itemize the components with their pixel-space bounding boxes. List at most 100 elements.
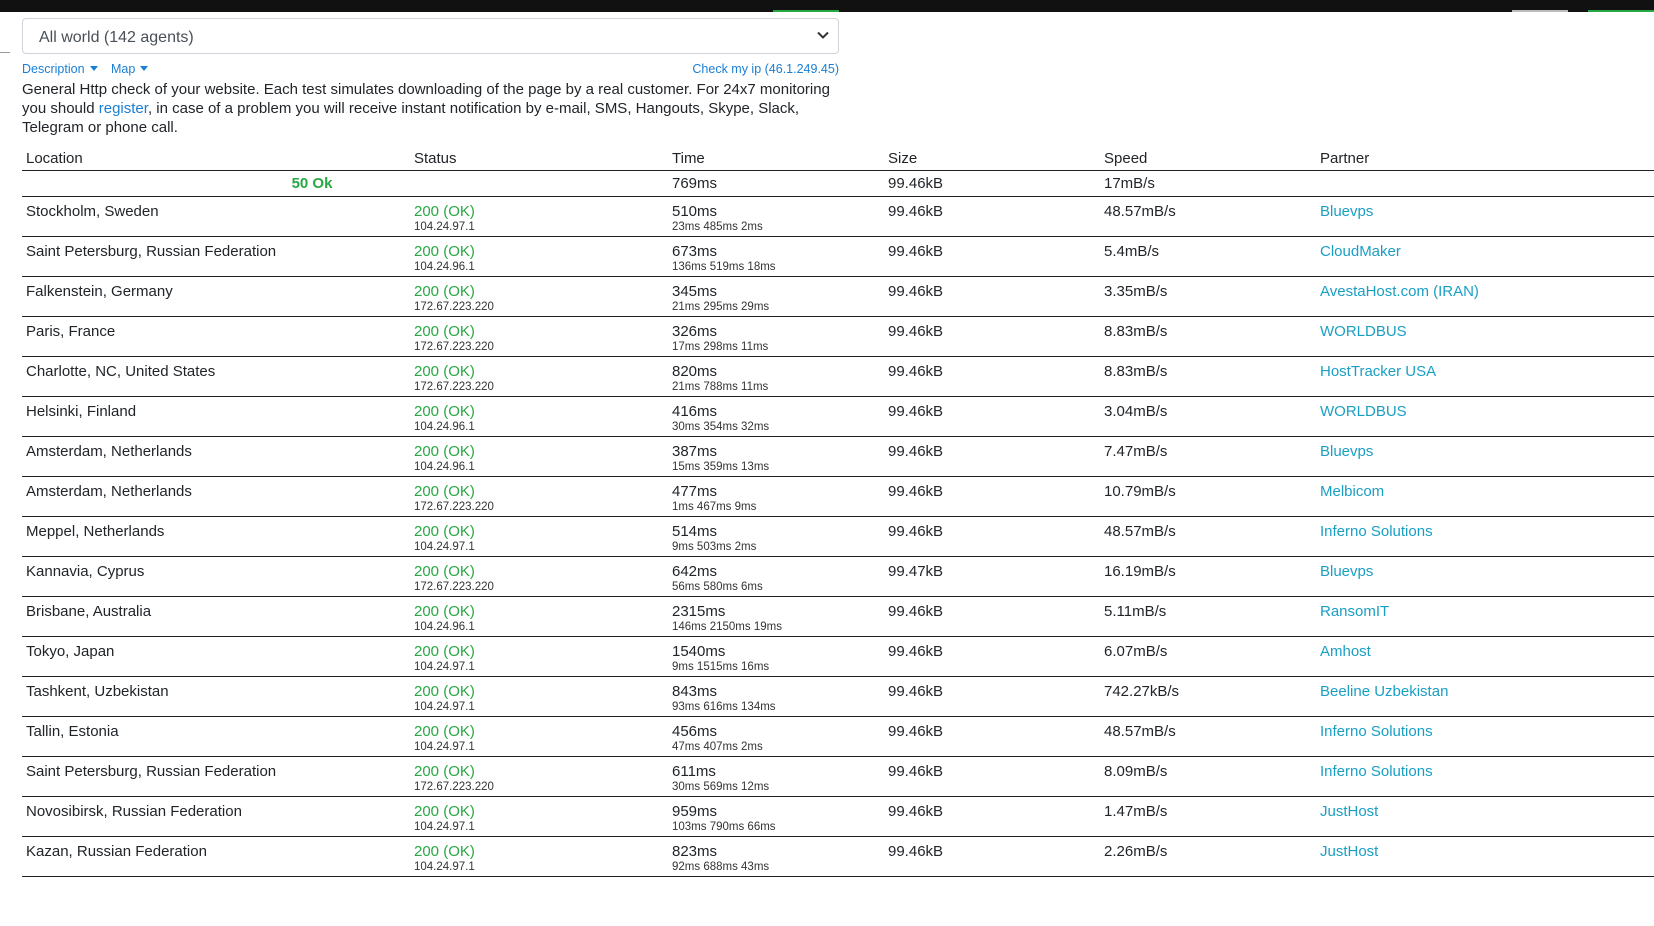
status-cell: 200 (OK) 104.24.97.1	[410, 636, 668, 677]
location-text: Novosibirsk, Russian Federation	[26, 803, 242, 820]
status-text: 200 (OK)	[414, 523, 475, 540]
speed-text: 8.83mB/s	[1104, 363, 1168, 380]
location-text: Brisbane, Australia	[26, 603, 152, 620]
size-text: 99.46kB	[888, 283, 944, 300]
status-text: 200 (OK)	[414, 723, 475, 740]
time-total: 1540ms	[672, 643, 726, 660]
status-text: 200 (OK)	[414, 323, 475, 340]
location-text: Paris, France	[26, 323, 116, 340]
size-cell: 99.46kB	[884, 436, 1100, 477]
partner-link[interactable]: Bluevps	[1320, 443, 1373, 460]
ip-address: 104.24.97.1	[414, 741, 475, 753]
region-select[interactable]: All world (142 agents)	[22, 18, 839, 54]
partner-link[interactable]: JustHost	[1320, 843, 1378, 860]
column-header-size[interactable]: Size	[884, 146, 1100, 171]
speed-text: 5.4mB/s	[1104, 243, 1160, 260]
partner-link[interactable]: WORLDBUS	[1320, 403, 1407, 420]
size-cell: 99.46kB	[884, 596, 1100, 637]
time-total: 456ms	[672, 723, 718, 740]
ip-address: 172.67.223.220	[414, 341, 494, 353]
partner-link[interactable]: Inferno Solutions	[1320, 763, 1433, 780]
time-cell: 326ms 17ms 298ms 11ms	[668, 316, 884, 357]
speed-text: 8.09mB/s	[1104, 763, 1168, 780]
summary-time: 769ms	[668, 170, 884, 197]
location-text: Falkenstein, Germany	[26, 283, 173, 300]
partner-link[interactable]: Amhost	[1320, 643, 1371, 660]
ip-address: 172.67.223.220	[414, 301, 494, 313]
map-dropdown[interactable]: Map	[111, 62, 149, 76]
partner-link[interactable]: Inferno Solutions	[1320, 723, 1433, 740]
description-dropdown[interactable]: Description	[22, 62, 98, 76]
size-text: 99.46kB	[888, 363, 944, 380]
partner-link[interactable]: CloudMaker	[1320, 243, 1401, 260]
location-cell: Paris, France	[22, 316, 410, 357]
time-total: 611ms	[672, 763, 716, 780]
column-header-time[interactable]: Time	[668, 146, 884, 171]
time-cell: 510ms 23ms 485ms 2ms	[668, 196, 884, 237]
partner-link[interactable]: AvestaHost.com (IRAN)	[1320, 283, 1479, 300]
partner-link[interactable]: RansomIT	[1320, 603, 1389, 620]
partner-link[interactable]: Bluevps	[1320, 563, 1373, 580]
table-row: Kazan, Russian Federation 200 (OK) 104.24.…	[22, 836, 1654, 877]
location-text: Meppel, Netherlands	[26, 523, 165, 540]
time-breakdown: 21ms 295ms 29ms	[672, 301, 770, 313]
column-header-status[interactable]: Status	[410, 146, 668, 171]
size-cell: 99.46kB	[884, 636, 1100, 677]
active-indicator	[773, 10, 839, 12]
time-breakdown: 9ms 1515ms 16ms	[672, 661, 770, 673]
partner-link[interactable]: Beeline Uzbekistan	[1320, 683, 1448, 700]
speed-cell: 48.57mB/s	[1100, 716, 1316, 757]
location-text: Saint Petersburg, Russian Federation	[26, 243, 277, 260]
status-cell: 200 (OK) 104.24.97.1	[410, 196, 668, 237]
location-cell: Charlotte, NC, United States	[22, 356, 410, 397]
status-text: 200 (OK)	[414, 363, 475, 380]
size-text: 99.46kB	[888, 843, 944, 860]
partner-link[interactable]: Inferno Solutions	[1320, 523, 1433, 540]
speed-cell: 7.47mB/s	[1100, 436, 1316, 477]
size-text: 99.46kB	[888, 683, 944, 700]
caret-down-icon	[140, 66, 149, 71]
time-breakdown: 23ms 485ms 2ms	[672, 221, 763, 233]
summary-row: 50 Ok 769ms 99.46kB 17mB/s	[22, 170, 1654, 197]
partner-link[interactable]: Melbicom	[1320, 483, 1384, 500]
partner-link[interactable]: Bluevps	[1320, 203, 1373, 220]
status-cell: 200 (OK) 172.67.223.220	[410, 356, 668, 397]
partner-link[interactable]: HostTracker USA	[1320, 363, 1436, 380]
location-cell: Tashkent, Uzbekistan	[22, 676, 410, 717]
summary-speed: 17mB/s	[1100, 170, 1316, 197]
speed-text: 3.04mB/s	[1104, 403, 1168, 420]
partner-cell: Bluevps	[1316, 556, 1654, 597]
time-total: 477ms	[672, 483, 718, 500]
ip-address: 104.24.96.1	[414, 461, 475, 473]
partner-cell: Bluevps	[1316, 196, 1654, 237]
partner-link[interactable]: WORLDBUS	[1320, 323, 1407, 340]
top-bar-segment	[1512, 10, 1568, 12]
table-row: Charlotte, NC, United States 200 (OK) 172.…	[22, 356, 1654, 397]
partner-cell: AvestaHost.com (IRAN)	[1316, 276, 1654, 317]
size-text: 99.47kB	[888, 563, 944, 580]
speed-cell: 742.27kB/s	[1100, 676, 1316, 717]
summary-status: 50 Ok	[22, 170, 668, 197]
column-header-partner[interactable]: Partner	[1316, 146, 1654, 171]
status-cell: 200 (OK) 104.24.97.1	[410, 836, 668, 877]
location-cell: Brisbane, Australia	[22, 596, 410, 637]
speed-cell: 8.09mB/s	[1100, 756, 1316, 797]
register-link[interactable]: register	[99, 100, 148, 117]
speed-text: 48.57mB/s	[1104, 523, 1176, 540]
time-breakdown: 47ms 407ms 2ms	[672, 741, 763, 753]
partner-cell: Inferno Solutions	[1316, 756, 1654, 797]
partner-link[interactable]: JustHost	[1320, 803, 1378, 820]
time-breakdown: 21ms 788ms 11ms	[672, 381, 769, 393]
ip-address: 104.24.97.1	[414, 701, 475, 713]
column-header-speed[interactable]: Speed	[1100, 146, 1316, 171]
time-cell: 673ms 136ms 519ms 18ms	[668, 236, 884, 277]
partner-cell: Bluevps	[1316, 436, 1654, 477]
time-total: 823ms	[672, 843, 718, 860]
time-breakdown: 93ms 616ms 134ms	[672, 701, 776, 713]
column-header-location[interactable]: Location	[22, 146, 410, 171]
time-breakdown: 136ms 519ms 18ms	[672, 261, 776, 273]
check-my-ip-link[interactable]: Check my ip (46.1.249.45)	[692, 62, 839, 76]
location-text: Tallin, Estonia	[26, 723, 119, 740]
time-breakdown: 1ms 467ms 9ms	[672, 501, 757, 513]
table-row: Tallin, Estonia 200 (OK) 104.24.97.1 456ms 4…	[22, 716, 1654, 757]
